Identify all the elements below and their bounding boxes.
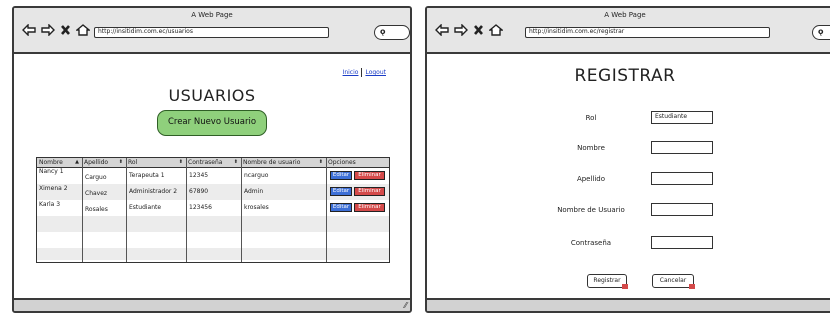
stop-x-icon[interactable] (473, 24, 484, 36)
nombre-label: Nombre (577, 144, 605, 152)
back-arrow-icon[interactable] (435, 24, 449, 36)
cell-usuario: krosales (244, 204, 269, 211)
inicio-link[interactable]: Inicio (343, 69, 359, 76)
cell-apellido: Chavez (85, 190, 108, 197)
sort-icon: ⬍ (178, 159, 183, 165)
cancelar-button[interactable]: Cancelar (652, 274, 695, 289)
table-header: Nombre ▲ Apellido ⬍ Rol ⬍ Contraseña ⬍ Nombr… (37, 158, 389, 168)
edit-button[interactable]: Editar (330, 187, 352, 196)
registrar-button[interactable]: Registrar (587, 274, 628, 289)
usuarios-window: A Web Page http://insitidim.com.ec/usuar… (12, 6, 412, 313)
table-row-empty (37, 248, 389, 260)
address-bar[interactable]: http://insitidim.com.ec/registrar (525, 27, 770, 38)
users-table: Nombre ▲ Apellido ⬍ Rol ⬍ Contraseña ⬍ Nombr… (36, 157, 390, 263)
sort-icon: ⬍ (233, 159, 238, 165)
delete-button[interactable]: Eliminar (354, 203, 385, 212)
column-divider (82, 158, 83, 262)
window-title: A Web Page (191, 11, 233, 19)
registrar-window: A Web Page http://insitidim.com.ec/regis… (425, 6, 830, 313)
edit-button[interactable]: Editar (330, 171, 352, 180)
cell-rol: Terapeuta 1 (129, 172, 165, 179)
status-bar: ⁄⁄ (14, 298, 410, 311)
cell-apellido: Carguo (85, 174, 107, 181)
search-box[interactable]: ǫ (812, 25, 830, 40)
column-divider (186, 158, 187, 262)
column-header-contrasena[interactable]: Contraseña ⬍ (186, 158, 241, 168)
browser-toolbar: A Web Page http://insitidim.com.ec/regis… (427, 8, 830, 54)
column-divider (241, 158, 242, 262)
button-corner-mark (622, 284, 628, 289)
browser-toolbar: A Web Page http://insitidim.com.ec/usuar… (14, 8, 410, 54)
column-header-usuario[interactable]: Nombre de usuario ⬍ (241, 158, 326, 168)
sort-asc-icon: ▲ (75, 159, 79, 165)
column-divider (126, 158, 127, 262)
cell-usuario: Admin (244, 188, 264, 195)
page-title: REGISTRAR (574, 66, 676, 86)
page-title: USUARIOS (168, 86, 256, 105)
top-links: Inicio Logout (343, 68, 386, 77)
apellido-input[interactable] (651, 172, 713, 185)
table-row-empty (37, 232, 389, 248)
cell-nombre: Ximena 2 (39, 185, 68, 192)
delete-button[interactable]: Eliminar (354, 171, 385, 180)
search-icon: ǫ (380, 27, 386, 36)
home-icon[interactable] (76, 24, 90, 36)
rol-label: Rol (585, 114, 597, 122)
cell-contrasena: 123456 (189, 204, 212, 211)
rol-select[interactable]: Estudiante (651, 111, 713, 124)
cell-contrasena: 67890 (189, 188, 209, 195)
window-title: A Web Page (604, 11, 646, 19)
home-icon[interactable] (489, 24, 503, 36)
table-row: Nancy 1 Carguo Terapeuta 1 12345 ncarguo… (37, 168, 389, 184)
page-content: REGISTRAR Rol Estudiante Nombre Apellido… (427, 54, 830, 298)
contrasena-label: Contraseña (570, 239, 612, 247)
usuario-label: Nombre de Usuario (557, 206, 625, 214)
table-row: Ximena 2 Chavez Administrador 2 67890 Ad… (37, 184, 389, 200)
create-user-button[interactable]: Crear Nuevo Usuario (157, 110, 267, 136)
search-box[interactable]: ǫ (374, 25, 410, 40)
contrasena-input[interactable] (651, 236, 713, 249)
back-arrow-icon[interactable] (22, 24, 36, 36)
sort-icon: ⬍ (318, 159, 323, 165)
usuario-input[interactable] (651, 203, 713, 216)
resize-grip-icon[interactable]: ⁄⁄ (404, 301, 407, 310)
link-divider (361, 68, 363, 77)
registrar-label: Registrar (593, 277, 621, 284)
cell-rol: Estudiante (129, 204, 162, 211)
column-header-nombre[interactable]: Nombre ▲ (37, 158, 82, 168)
apellido-label: Apellido (576, 175, 606, 183)
page-content: Inicio Logout USUARIOS Crear Nuevo Usuar… (14, 54, 410, 298)
cell-nombre: Karla 3 (39, 201, 61, 208)
stop-x-icon[interactable] (60, 24, 71, 36)
address-bar[interactable]: http://insitidim.com.ec/usuarios (94, 27, 329, 38)
cell-rol: Administrador 2 (129, 188, 178, 195)
button-corner-mark (689, 284, 695, 289)
cell-nombre: Nancy 1 (39, 168, 64, 175)
column-header-apellido[interactable]: Apellido ⬍ (82, 158, 126, 168)
table-row: Karla 3 Rosales Estudiante 123456 krosal… (37, 200, 389, 216)
column-header-opciones: Opciones (328, 159, 356, 166)
column-divider (326, 158, 327, 262)
column-header-rol[interactable]: Rol ⬍ (126, 158, 186, 168)
status-bar (427, 298, 830, 311)
delete-button[interactable]: Eliminar (354, 187, 385, 196)
cell-apellido: Rosales (85, 206, 108, 213)
cancelar-label: Cancelar (659, 277, 687, 284)
forward-arrow-icon[interactable] (41, 24, 55, 36)
nombre-input[interactable] (651, 141, 713, 154)
sort-icon: ⬍ (118, 159, 123, 165)
logout-link[interactable]: Logout (365, 69, 386, 76)
search-icon: ǫ (818, 27, 824, 36)
cell-contrasena: 12345 (189, 172, 209, 179)
cell-usuario: ncarguo (244, 172, 269, 179)
table-row-empty (37, 216, 389, 232)
edit-button[interactable]: Editar (330, 203, 352, 212)
forward-arrow-icon[interactable] (454, 24, 468, 36)
